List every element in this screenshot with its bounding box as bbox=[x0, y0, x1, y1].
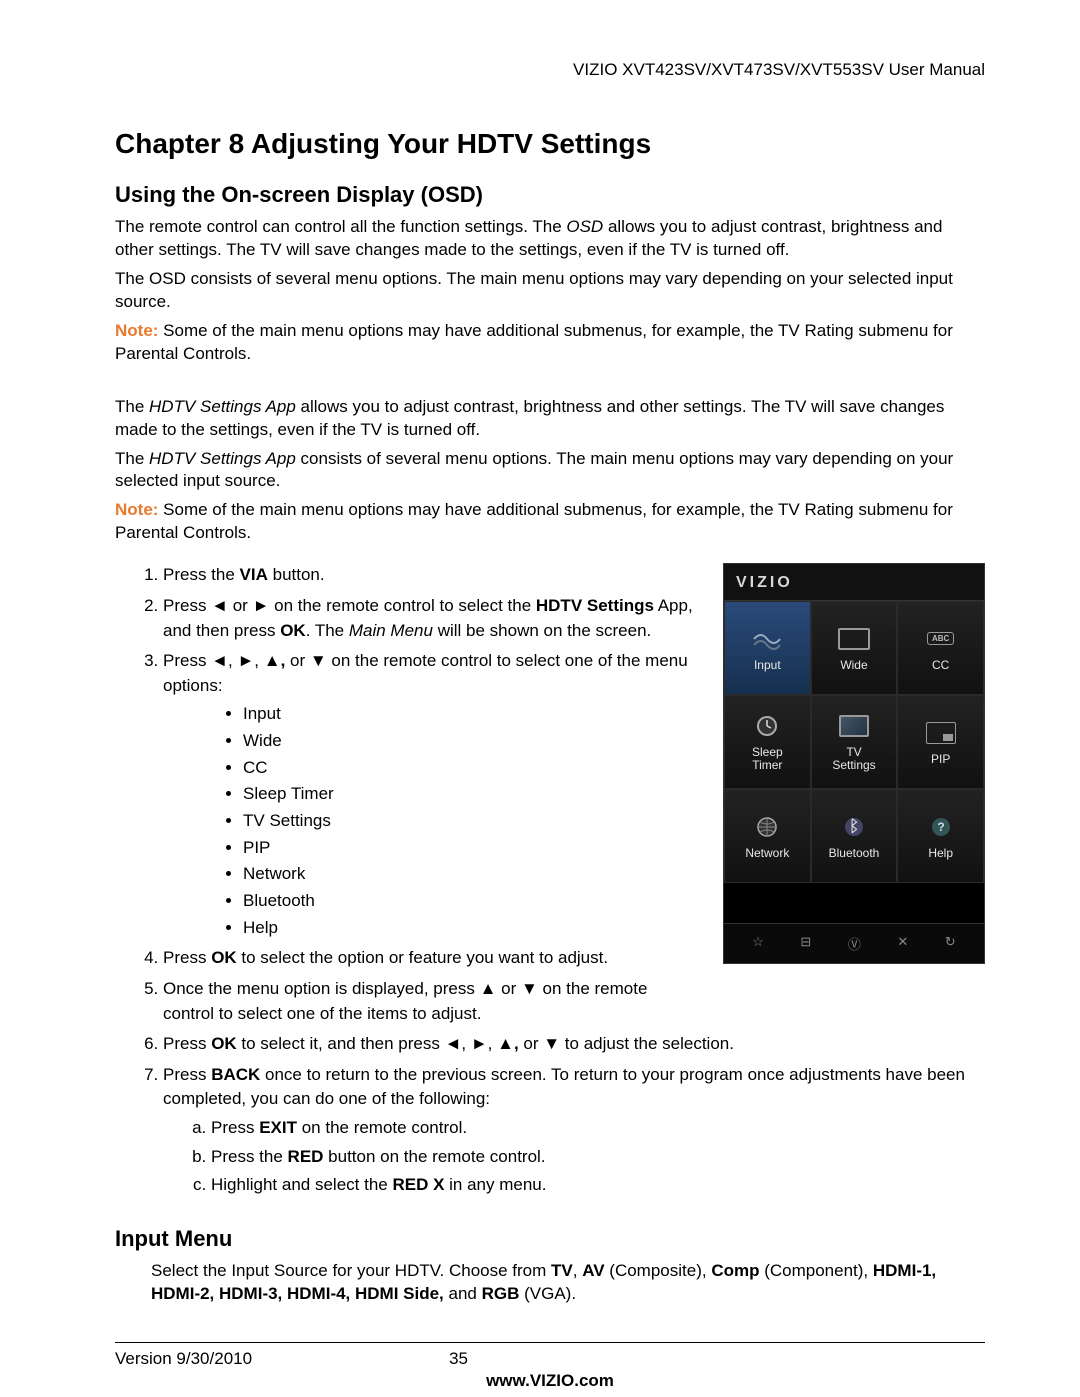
tv-icon bbox=[836, 712, 872, 740]
step-6: Press OK to select it, and then press ◄,… bbox=[163, 1032, 985, 1057]
menu-opt: Bluetooth bbox=[243, 889, 693, 914]
note-2: Note: Some of the main menu options may … bbox=[115, 499, 985, 545]
menu-opt: PIP bbox=[243, 836, 693, 861]
footer-url: www.VIZIO.com bbox=[115, 1371, 985, 1391]
para-3: The HDTV Settings App allows you to adju… bbox=[115, 396, 985, 442]
help-icon: ? bbox=[923, 813, 959, 841]
footer-page-number: 35 bbox=[449, 1349, 468, 1369]
note-label: Note: bbox=[115, 500, 158, 519]
osd-tile-wide: Wide bbox=[811, 601, 898, 695]
osd-tile-input: Input bbox=[724, 601, 811, 695]
note-label: Note: bbox=[115, 321, 158, 340]
section-input-menu-title: Input Menu bbox=[115, 1226, 985, 1252]
input-menu-body: Select the Input Source for your HDTV. C… bbox=[115, 1260, 985, 1306]
footer-version: Version 9/30/2010 bbox=[115, 1349, 252, 1369]
osd-tile-bluetooth: Bluetooth bbox=[811, 789, 898, 883]
osd-tile-tvsettings: TV Settings bbox=[811, 695, 898, 789]
osd-label: TV Settings bbox=[832, 746, 875, 772]
globe-icon bbox=[749, 813, 785, 841]
sub-steps: Press EXIT on the remote control. Press … bbox=[163, 1116, 985, 1198]
cc-icon: ABC bbox=[923, 625, 959, 653]
menu-opt: Help bbox=[243, 916, 693, 941]
pip-icon bbox=[923, 719, 959, 747]
input-icon bbox=[749, 625, 785, 653]
section-osd-title: Using the On-screen Display (OSD) bbox=[115, 182, 985, 208]
svg-text:?: ? bbox=[937, 820, 944, 834]
v-icon: Ⓥ bbox=[848, 934, 861, 953]
steps-list: Press the VIA button. Press ◄ or ► on th… bbox=[115, 563, 693, 1026]
osd-tile-sleep: Sleep Timer bbox=[724, 695, 811, 789]
bluetooth-icon bbox=[836, 813, 872, 841]
sub-c: Highlight and select the RED X in any me… bbox=[211, 1173, 985, 1198]
menu-opt: Input bbox=[243, 702, 693, 727]
note-1: Note: Some of the main menu options may … bbox=[115, 320, 985, 366]
refresh-icon: ↻ bbox=[945, 934, 956, 953]
manual-page: VIZIO XVT423SV/XVT473SV/XVT553SV User Ma… bbox=[0, 0, 1080, 1397]
box-icon: ⊟ bbox=[800, 934, 811, 953]
step-3: Press ◄, ►, ▲, or ▼ on the remote contro… bbox=[163, 649, 693, 940]
para-1: The remote control can control all the f… bbox=[115, 216, 985, 262]
step-2: Press ◄ or ► on the remote control to se… bbox=[163, 594, 693, 643]
menu-opt: Wide bbox=[243, 729, 693, 754]
wide-icon bbox=[836, 625, 872, 653]
osd-label: Help bbox=[928, 847, 953, 860]
osd-label: Wide bbox=[840, 659, 867, 672]
steps-list-continued: Press OK to select it, and then press ◄,… bbox=[115, 1032, 985, 1198]
menu-opt: CC bbox=[243, 756, 693, 781]
menu-opt: TV Settings bbox=[243, 809, 693, 834]
para-4: The HDTV Settings App consists of severa… bbox=[115, 448, 985, 494]
osd-label: Sleep Timer bbox=[752, 746, 783, 772]
close-icon: ✕ bbox=[897, 934, 908, 953]
osd-tile-pip: PIP bbox=[897, 695, 984, 789]
osd-screenshot: VIZIO Input Wide ABC CC bbox=[723, 563, 985, 964]
osd-label: Input bbox=[754, 659, 781, 672]
menu-options-list: Input Wide CC Sleep Timer TV Settings PI… bbox=[163, 702, 693, 940]
step-7: Press BACK once to return to the previou… bbox=[163, 1063, 985, 1198]
osd-bottom-bar: ☆ ⊟ Ⓥ ✕ ↻ bbox=[724, 923, 984, 963]
menu-opt: Network bbox=[243, 862, 693, 887]
star-icon: ☆ bbox=[752, 934, 764, 953]
footer: Version 9/30/2010 35 bbox=[115, 1342, 985, 1369]
para-2: The OSD consists of several menu options… bbox=[115, 268, 985, 314]
osd-tile-help: ? Help bbox=[897, 789, 984, 883]
osd-tile-network: Network bbox=[724, 789, 811, 883]
clock-icon bbox=[749, 712, 785, 740]
step-1: Press the VIA button. bbox=[163, 563, 693, 588]
step-4: Press OK to select the option or feature… bbox=[163, 946, 693, 971]
menu-opt: Sleep Timer bbox=[243, 782, 693, 807]
osd-tile-cc: ABC CC bbox=[897, 601, 984, 695]
sub-b: Press the RED button on the remote contr… bbox=[211, 1145, 985, 1170]
osd-label: CC bbox=[932, 659, 949, 672]
step-5: Once the menu option is displayed, press… bbox=[163, 977, 693, 1026]
chapter-title: Chapter 8 Adjusting Your HDTV Settings bbox=[115, 128, 985, 160]
osd-label: Bluetooth bbox=[829, 847, 880, 860]
sub-a: Press EXIT on the remote control. bbox=[211, 1116, 985, 1141]
header-product-line: VIZIO XVT423SV/XVT473SV/XVT553SV User Ma… bbox=[115, 60, 985, 80]
osd-brand: VIZIO bbox=[724, 564, 984, 601]
osd-label: PIP bbox=[931, 753, 950, 766]
osd-label: Network bbox=[745, 847, 789, 860]
